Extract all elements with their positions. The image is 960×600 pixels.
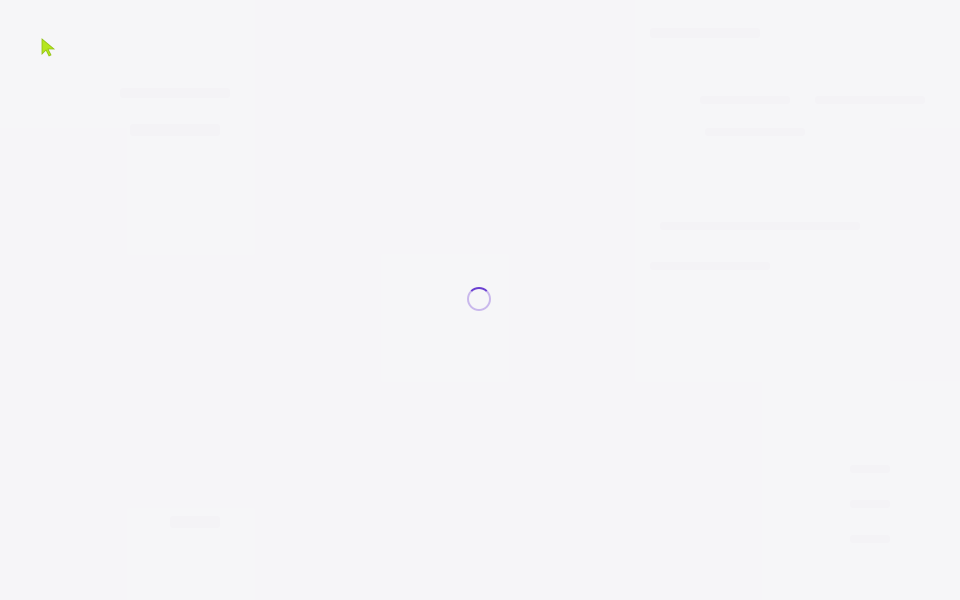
mouse-pointer-icon [41,38,56,57]
app-screen [0,0,960,600]
loading-spinner-icon [467,287,491,311]
loading-overlay [0,0,960,600]
